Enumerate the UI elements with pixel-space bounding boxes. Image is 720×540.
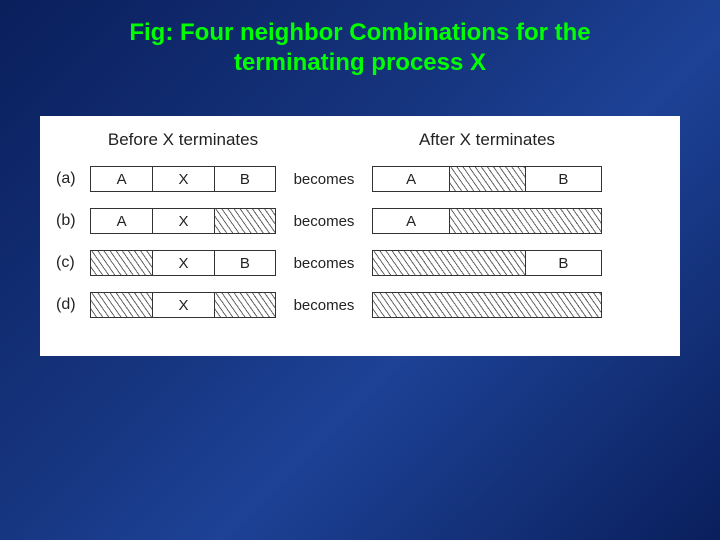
row-label: (c): [56, 254, 90, 272]
figure-panel: Before X terminates After X terminates (…: [40, 116, 680, 356]
diagram-row: (a)AXBbecomesAB: [56, 166, 664, 192]
diagram-row: (b)AXbecomesA: [56, 208, 664, 234]
memory-cell: [373, 251, 525, 275]
becomes-label: becomes: [276, 213, 372, 230]
memory-cell: B: [525, 167, 601, 191]
becomes-label: becomes: [276, 297, 372, 314]
before-strip: AXB: [90, 166, 276, 192]
memory-cell: B: [525, 251, 601, 275]
memory-cell: [449, 209, 601, 233]
memory-cell: X: [152, 293, 213, 317]
memory-cell: [449, 167, 524, 191]
memory-cell: A: [91, 209, 152, 233]
memory-cell: B: [214, 251, 275, 275]
figure-title: Fig: Four neighbor Combinations for the …: [0, 0, 720, 78]
memory-cell: A: [91, 167, 152, 191]
row-label: (b): [56, 212, 90, 230]
memory-cell: [373, 293, 601, 317]
memory-cell: [91, 293, 152, 317]
memory-cell: X: [152, 209, 213, 233]
memory-cell: X: [152, 251, 213, 275]
before-strip: AX: [90, 208, 276, 234]
header-before: Before X terminates: [90, 130, 276, 150]
column-headers: Before X terminates After X terminates: [56, 130, 664, 150]
title-line-1: Fig: Four neighbor Combinations for the: [129, 19, 590, 46]
title-line-2: terminating process X: [234, 49, 486, 76]
memory-cell: X: [152, 167, 213, 191]
header-after: After X terminates: [372, 130, 602, 150]
row-label: (d): [56, 296, 90, 314]
row-label: (a): [56, 170, 90, 188]
diagram-row: (d) Xbecomes: [56, 292, 664, 318]
memory-cell: A: [373, 167, 449, 191]
becomes-label: becomes: [276, 255, 372, 272]
memory-cell: [214, 293, 275, 317]
becomes-label: becomes: [276, 171, 372, 188]
memory-cell: A: [373, 209, 449, 233]
after-strip: B: [372, 250, 602, 276]
before-strip: XB: [90, 250, 276, 276]
memory-cell: [91, 251, 152, 275]
before-strip: X: [90, 292, 276, 318]
after-strip: AB: [372, 166, 602, 192]
memory-cell: B: [214, 167, 275, 191]
after-strip: A: [372, 208, 602, 234]
diagram-row: (c)XBbecomesB: [56, 250, 664, 276]
memory-cell: [214, 209, 275, 233]
after-strip: [372, 292, 602, 318]
